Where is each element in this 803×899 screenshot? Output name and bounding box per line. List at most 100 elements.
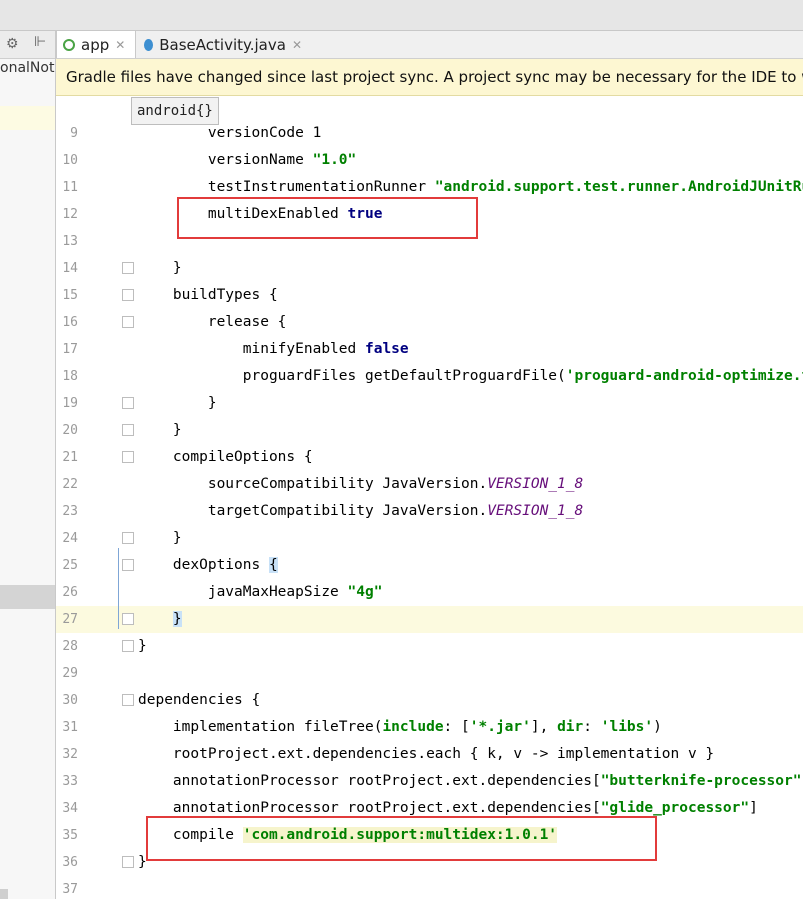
code-editor[interactable]: android{} 9 versionCode 1 10 versionName … xyxy=(56,96,803,899)
close-icon[interactable]: ✕ xyxy=(115,38,125,52)
line-number: 9 xyxy=(70,126,78,141)
gradle-sync-banner: Gradle files have changed since last pro… xyxy=(56,59,803,96)
banner-text: Gradle files have changed since last pro… xyxy=(66,68,803,86)
line-number: 37 xyxy=(62,882,78,897)
line-number: 27 xyxy=(62,612,78,627)
code-line[interactable]: 27 } xyxy=(56,606,803,633)
code-text: } xyxy=(138,395,217,411)
window-top-strip xyxy=(0,0,803,31)
code-text: compileOptions { xyxy=(138,449,313,465)
code-text: } xyxy=(172,611,182,627)
code-text: } xyxy=(138,638,147,654)
line-number: 14 xyxy=(62,261,78,276)
line-number: 31 xyxy=(62,720,78,735)
editor-tab-bar: app ✕ BaseActivity.java ✕ xyxy=(56,31,803,59)
line-number: 26 xyxy=(62,585,78,600)
code-text: buildTypes { xyxy=(138,287,278,303)
line-number: 32 xyxy=(62,747,78,762)
line-number: 16 xyxy=(62,315,78,330)
code-line[interactable]: 17 minifyEnabled false xyxy=(56,336,803,363)
line-number: 23 xyxy=(62,504,78,519)
line-number: 36 xyxy=(62,855,78,870)
fold-marker-icon[interactable] xyxy=(122,424,134,436)
code-line[interactable]: 16 release { xyxy=(56,309,803,336)
code-text: } xyxy=(138,260,182,276)
close-icon[interactable]: ✕ xyxy=(292,38,302,52)
tab-baseactivity[interactable]: BaseActivity.java ✕ xyxy=(138,31,308,58)
code-line[interactable]: 31 implementation fileTree(include: ['*.… xyxy=(56,714,803,741)
code-text: } xyxy=(138,530,182,546)
line-number: 22 xyxy=(62,477,78,492)
code-text: rootProject.ext.dependencies.each { k, v… xyxy=(138,746,715,762)
code-line[interactable]: 20 } xyxy=(56,417,803,444)
line-number: 34 xyxy=(62,801,78,816)
project-panel: ⚙ ⊩ onalNot xyxy=(0,31,56,899)
tab-label: BaseActivity.java xyxy=(159,35,286,54)
tree-row-selected[interactable] xyxy=(0,585,55,609)
code-text: proguardFiles getDefaultProguardFile('pr… xyxy=(138,368,803,384)
panel-scroll-thumb[interactable] xyxy=(0,889,8,899)
code-text: minifyEnabled false xyxy=(138,341,409,357)
fold-marker-icon[interactable] xyxy=(122,397,134,409)
line-number: 21 xyxy=(62,450,78,465)
tab-app[interactable]: app ✕ xyxy=(56,31,136,58)
line-number: 11 xyxy=(62,180,78,195)
change-marker xyxy=(118,548,119,629)
code-text: sourceCompatibility JavaVersion.VERSION_… xyxy=(138,476,584,492)
highlight-box-multidex-dependency xyxy=(146,816,657,861)
pin-icon[interactable]: ⊩ xyxy=(34,34,46,50)
tree-row-highlight xyxy=(0,106,55,130)
fold-marker-icon[interactable] xyxy=(122,316,134,328)
code-line[interactable]: 25 dexOptions { xyxy=(56,552,803,579)
code-text: versionName "1.0" xyxy=(138,152,357,168)
code-line[interactable]: 21 compileOptions { xyxy=(56,444,803,471)
fold-marker-icon[interactable] xyxy=(122,262,134,274)
breadcrumb[interactable]: android{} xyxy=(131,97,219,125)
code-line[interactable]: 14 } xyxy=(56,255,803,282)
code-line[interactable]: 29 xyxy=(56,660,803,687)
gear-icon[interactable]: ⚙ xyxy=(6,35,19,52)
fold-marker-icon[interactable] xyxy=(122,640,134,652)
project-tree-item[interactable]: onalNot xyxy=(0,60,55,76)
line-number: 12 xyxy=(62,207,78,222)
code-text: dexOptions { xyxy=(138,557,278,573)
code-line[interactable]: 23 targetCompatibility JavaVersion.VERSI… xyxy=(56,498,803,525)
code-line[interactable]: 37 xyxy=(56,876,803,899)
line-number: 29 xyxy=(62,666,78,681)
code-line[interactable]: 28} xyxy=(56,633,803,660)
code-text: } xyxy=(138,422,182,438)
code-line[interactable]: 22 sourceCompatibility JavaVersion.VERSI… xyxy=(56,471,803,498)
code-line[interactable]: 26 javaMaxHeapSize "4g" xyxy=(56,579,803,606)
line-number: 33 xyxy=(62,774,78,789)
code-line[interactable]: 33 annotationProcessor rootProject.ext.d… xyxy=(56,768,803,795)
code-line[interactable]: 10 versionName "1.0" xyxy=(56,147,803,174)
code-text: dependencies { xyxy=(138,692,261,708)
line-number: 25 xyxy=(62,558,78,573)
code-line[interactable]: 18 proguardFiles getDefaultProguardFile(… xyxy=(56,363,803,390)
tab-label: app xyxy=(81,35,110,54)
fold-marker-icon[interactable] xyxy=(122,451,134,463)
fold-marker-icon[interactable] xyxy=(122,613,134,625)
code-text: javaMaxHeapSize "4g" xyxy=(138,584,383,600)
code-line[interactable]: 15 buildTypes { xyxy=(56,282,803,309)
fold-marker-icon[interactable] xyxy=(122,289,134,301)
fold-marker-icon[interactable] xyxy=(122,559,134,571)
fold-marker-icon[interactable] xyxy=(122,856,134,868)
code-text: annotationProcessor rootProject.ext.depe… xyxy=(138,773,803,789)
code-line[interactable]: 30 dependencies { xyxy=(56,687,803,714)
code-text: targetCompatibility JavaVersion.VERSION_… xyxy=(138,503,584,519)
code-line[interactable]: 19 } xyxy=(56,390,803,417)
line-number: 19 xyxy=(62,396,78,411)
class-icon xyxy=(144,38,154,51)
line-number: 35 xyxy=(62,828,78,843)
project-panel-toolbar: ⚙ ⊩ xyxy=(0,31,55,59)
fold-marker-icon[interactable] xyxy=(122,532,134,544)
line-number: 13 xyxy=(62,234,78,249)
line-number: 10 xyxy=(62,153,78,168)
line-number: 24 xyxy=(62,531,78,546)
code-line[interactable]: 24 } xyxy=(56,525,803,552)
line-number: 28 xyxy=(62,639,78,654)
code-line[interactable]: 32 rootProject.ext.dependencies.each { k… xyxy=(56,741,803,768)
fold-marker-icon[interactable] xyxy=(122,694,134,706)
code-text: implementation fileTree(include: ['*.jar… xyxy=(138,719,662,735)
